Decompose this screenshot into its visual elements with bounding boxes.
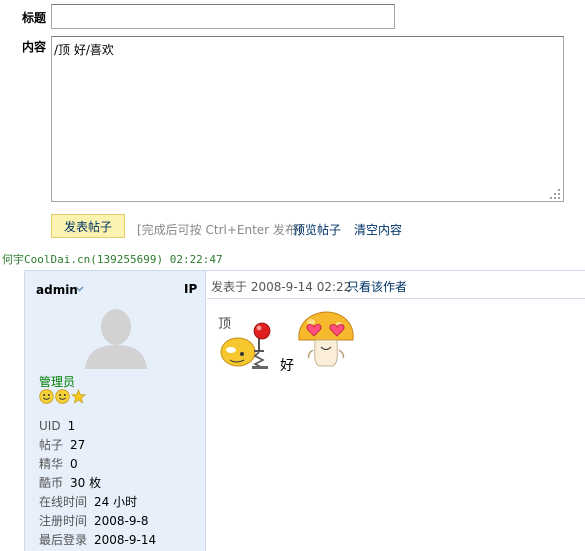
stat-value: 30 枚	[70, 476, 102, 490]
stat-value: 2008-9-8	[94, 513, 149, 528]
user-role: 管理员	[39, 375, 76, 389]
stat-value: 2008-9-14	[94, 532, 157, 547]
stat-label: 在线时间	[39, 495, 88, 509]
post: admin IP 管理员 UID 1 帖子 27 精华 0 酷币 30 枚 在线…	[24, 270, 585, 551]
stat-label: 酷币	[39, 476, 64, 490]
smiley-icon	[39, 389, 54, 404]
signature-line: 何宇CoolDai.cn(139255699) 02:22:47	[2, 253, 223, 266]
stat-row: 在线时间 24 小时	[39, 492, 156, 511]
stat-label: 注册时间	[39, 514, 88, 528]
title-input[interactable]	[51, 4, 395, 29]
stat-value: 27	[70, 437, 86, 452]
stat-label: UID	[39, 418, 61, 433]
clear-content-link[interactable]: 清空内容	[354, 221, 402, 238]
ding-emoticon-icon: 顶	[218, 317, 271, 369]
stat-row: 帖子 27	[39, 435, 156, 454]
author-sidebar: admin IP 管理员 UID 1 帖子 27 精华 0 酷币 30 枚 在线…	[25, 271, 206, 551]
heart-eyes-emoticon-icon	[298, 311, 354, 367]
view-author-only-link[interactable]: 只看该作者	[347, 278, 407, 295]
stat-row: 酷币 30 枚	[39, 473, 156, 492]
stat-label: 帖子	[39, 438, 64, 452]
preview-post-link[interactable]: 预览帖子	[293, 221, 341, 238]
stat-row: UID 1	[39, 416, 156, 435]
content-textarea[interactable]: /顶 好/喜欢	[51, 36, 564, 202]
smiley-icon	[55, 389, 70, 404]
rank-icons	[39, 389, 86, 405]
post-header: 发表于 2008-9-14 02:22 只看该作者	[207, 271, 585, 299]
author-stats: UID 1 帖子 27 精华 0 酷币 30 枚 在线时间 24 小时 注册时间…	[39, 416, 156, 549]
stat-label: 精华	[39, 457, 64, 471]
stat-value: 0	[70, 456, 78, 471]
post-timestamp: 发表于 2008-9-14 02:22	[211, 280, 352, 294]
ip-link[interactable]: IP	[184, 282, 197, 296]
star-icon	[71, 389, 86, 404]
stat-value: 24 小时	[94, 495, 138, 509]
author-name-link[interactable]: admin	[36, 283, 78, 297]
submit-post-button[interactable]: 发表帖子	[51, 214, 125, 238]
post-text: 好	[280, 358, 294, 374]
emoticon-caption: 顶	[218, 317, 231, 332]
submit-hint: [完成后可按 Ctrl+Enter 发布]	[137, 223, 302, 237]
stat-row: 精华 0	[39, 454, 156, 473]
content-label: 内容	[22, 40, 47, 54]
chevron-down-icon[interactable]	[75, 284, 84, 293]
post-body: 顶 好	[207, 299, 585, 551]
stat-row: 注册时间 2008-9-8	[39, 511, 156, 530]
resize-grip-icon[interactable]	[549, 188, 561, 200]
stat-value: 1	[67, 418, 76, 433]
title-label: 标题	[22, 11, 47, 25]
stat-label: 最后登录	[39, 533, 88, 547]
default-avatar-icon[interactable]	[83, 307, 149, 369]
stat-row: 最后登录 2008-9-14	[39, 530, 156, 549]
